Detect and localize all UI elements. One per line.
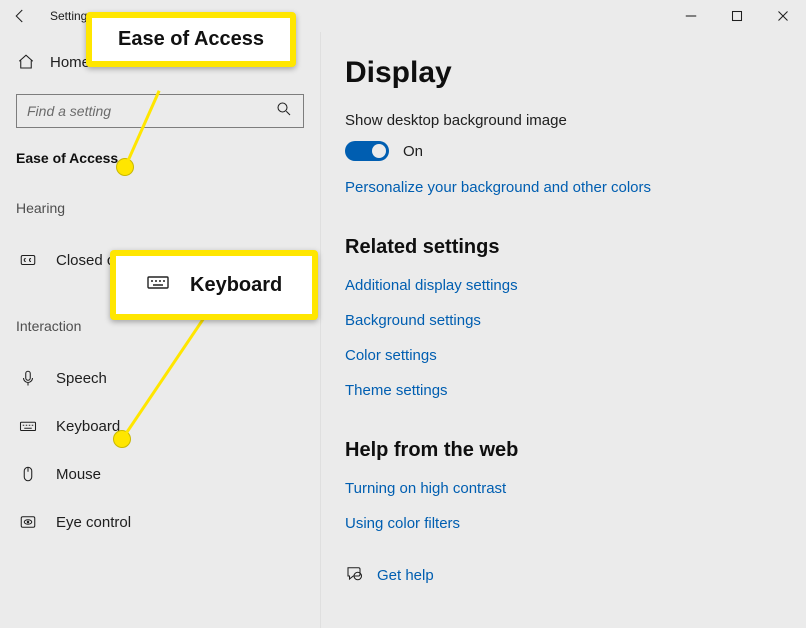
show-bg-label: Show desktop background image	[345, 112, 782, 129]
link-color-filters[interactable]: Using color filters	[345, 515, 782, 532]
nav-eye-control[interactable]: Eye control	[16, 498, 304, 546]
toggle-state: On	[403, 143, 423, 160]
window-controls	[668, 0, 806, 32]
microphone-icon	[18, 368, 38, 388]
callout-label: Ease of Access	[118, 28, 264, 51]
nav-label: Mouse	[56, 466, 101, 483]
section-header: Ease of Access	[16, 150, 304, 166]
group-hearing-label: Hearing	[16, 200, 304, 216]
get-help-link[interactable]: Get help	[377, 567, 434, 584]
search-icon	[275, 100, 293, 123]
personalize-link[interactable]: Personalize your background and other co…	[345, 179, 782, 196]
related-heading: Related settings	[345, 236, 782, 259]
link-additional-display[interactable]: Additional display settings	[345, 277, 782, 294]
home-icon	[16, 52, 36, 72]
keyboard-icon	[18, 416, 38, 436]
callout-keyboard: Keyboard	[110, 250, 318, 320]
group-interaction-label: Interaction	[16, 318, 304, 334]
minimize-icon	[682, 7, 700, 25]
close-icon	[774, 7, 792, 25]
sidebar: Home Ease of Access Hearing Closed capti…	[0, 32, 320, 628]
eye-icon	[18, 512, 38, 532]
nav-mouse[interactable]: Mouse	[16, 450, 304, 498]
nav-label: Keyboard	[56, 418, 120, 435]
get-help-row[interactable]: Get help	[345, 564, 782, 587]
help-heading: Help from the web	[345, 439, 782, 462]
nav-label: Eye control	[56, 514, 131, 531]
closed-captions-icon	[18, 250, 38, 270]
page-title: Display	[345, 56, 782, 90]
search-input-container[interactable]	[16, 94, 304, 128]
nav-keyboard[interactable]: Keyboard	[16, 402, 304, 450]
show-bg-toggle[interactable]	[345, 141, 389, 161]
home-label: Home	[50, 54, 90, 71]
maximize-button[interactable]	[714, 0, 760, 32]
back-button[interactable]	[6, 2, 34, 30]
link-theme-settings[interactable]: Theme settings	[345, 382, 782, 399]
maximize-icon	[728, 7, 746, 25]
main-pane: Display Show desktop background image On…	[320, 32, 806, 628]
link-high-contrast[interactable]: Turning on high contrast	[345, 480, 782, 497]
callout-ease-of-access: Ease of Access	[86, 12, 296, 67]
nav-label: Speech	[56, 370, 107, 387]
help-icon	[345, 564, 363, 587]
link-color-settings[interactable]: Color settings	[345, 347, 782, 364]
minimize-button[interactable]	[668, 0, 714, 32]
arrow-left-icon	[11, 7, 29, 25]
callout-label: Keyboard	[190, 274, 282, 297]
close-button[interactable]	[760, 0, 806, 32]
link-background-settings[interactable]: Background settings	[345, 312, 782, 329]
keyboard-icon	[146, 270, 170, 300]
mouse-icon	[18, 464, 38, 484]
